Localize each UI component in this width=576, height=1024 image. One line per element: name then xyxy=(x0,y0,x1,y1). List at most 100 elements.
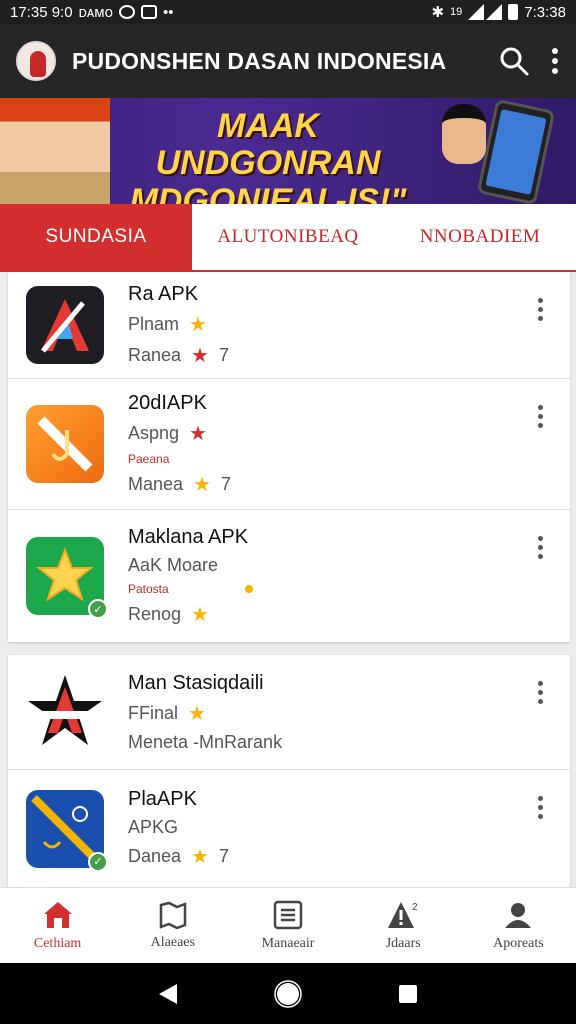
app-subtitle: APKG xyxy=(128,817,179,837)
overflow-menu-icon[interactable] xyxy=(550,47,560,75)
app-meta: Ranea xyxy=(128,344,182,365)
app-rating: 7 xyxy=(218,344,229,365)
system-navigation-bar xyxy=(0,963,576,1024)
item-menu-button[interactable] xyxy=(528,792,552,822)
tab-bar: SUNDASIA ALUTONIBEAQ NNOBADIEM xyxy=(0,204,576,272)
nav-label: Aporeats xyxy=(493,935,544,951)
app-icon xyxy=(26,286,104,364)
battery-icon xyxy=(508,4,519,20)
list-icon xyxy=(273,900,303,929)
home-icon xyxy=(43,901,72,928)
star-icon: ★ xyxy=(189,422,207,445)
status-dot-icon xyxy=(244,584,253,593)
app-meta: Meneta -MnRarank xyxy=(128,731,283,752)
list-item[interactable]: Man Stasiqdaili FFinal ★ Meneta -MnRarank xyxy=(8,655,570,770)
more-notifications-icon: •• xyxy=(162,3,174,21)
banner-person-image xyxy=(442,104,486,164)
play-badge-icon: ✓ xyxy=(88,599,108,619)
list-item[interactable]: ✓ Maklana APK AaK Moare Patosta Renog ★ xyxy=(8,510,570,642)
item-menu-button[interactable] xyxy=(528,677,552,707)
network-label: 19 xyxy=(450,6,463,18)
app-bar: PUDONSHEN DASAN INDONESIA xyxy=(0,24,576,98)
app-meta: Manea xyxy=(128,473,184,494)
notification-icon xyxy=(140,5,157,19)
signal-icon xyxy=(468,4,503,20)
search-icon[interactable] xyxy=(498,45,530,77)
star-icon: ★ xyxy=(189,313,207,336)
app-meta: Renog xyxy=(128,603,182,624)
list-item[interactable]: 20dIAPK Aspng ★ Paeana Manea ★ 7 xyxy=(8,379,570,510)
back-icon[interactable] xyxy=(157,982,179,1006)
app-name: 20dIAPK xyxy=(128,391,207,414)
nav-item-profile[interactable]: Aporeats xyxy=(461,888,576,963)
nav-item-home[interactable]: Cethiam xyxy=(0,888,115,963)
app-rating: 7 xyxy=(218,846,229,866)
nav-label: Alaeaes xyxy=(150,934,195,950)
banner-person-image xyxy=(0,98,110,204)
app-tag: Paeana xyxy=(128,451,170,466)
item-menu-button[interactable] xyxy=(528,532,552,562)
avatar[interactable] xyxy=(16,41,56,81)
nav-label: Manaeair xyxy=(261,935,315,951)
app-subtitle: AaK Moare xyxy=(128,554,219,575)
nav-item-alerts[interactable]: 2 Jdaars xyxy=(346,888,461,963)
app-name: Maklana APK xyxy=(128,525,249,548)
tab-alutonibeaq[interactable]: ALUTONIBEAQ xyxy=(192,204,384,270)
bluetooth-icon: ✱ xyxy=(431,4,445,21)
svg-text:2: 2 xyxy=(412,902,418,913)
nav-label: Cethiam xyxy=(33,935,82,951)
list-item[interactable]: Ra APK Plnam ★ Ranea ★ 7 xyxy=(8,272,570,379)
app-tag: Patosta xyxy=(128,582,253,596)
map-icon xyxy=(159,901,187,929)
promo-banner[interactable]: MAAK UNDGONRAN MDGONIEAI -IS!" xyxy=(0,98,576,204)
banner-line-1: MAAK UNDGONRAN xyxy=(155,107,381,183)
star-icon: ★ xyxy=(188,702,206,725)
nav-label: Jdaars xyxy=(385,935,421,951)
alert-icon: 2 xyxy=(388,901,418,928)
status-bar: 17:35 9:0 ᴅᴀᴍᴏ •• ✱ 19 7:3:38 xyxy=(0,0,576,24)
app-icon xyxy=(26,673,104,751)
tab-sundasia[interactable]: SUNDASIA xyxy=(0,204,192,270)
page-title: PUDONSHEN DASAN INDONESIA xyxy=(72,47,447,74)
app-subtitle: Aspng xyxy=(128,422,180,443)
status-time-right: 7:3:38 xyxy=(524,3,566,21)
star-a-logo-icon xyxy=(28,675,102,745)
list-item[interactable]: ✓ PlaAPK APKG Danea ★ 7 xyxy=(8,770,570,887)
nav-item-list[interactable]: Manaeair xyxy=(230,888,345,963)
app-rating: 7 xyxy=(220,473,231,494)
app-name: Ra APK xyxy=(128,282,199,305)
letter-a-logo-icon xyxy=(41,299,89,353)
app-list-card: Man Stasiqdaili FFinal ★ Meneta -MnRarank… xyxy=(8,655,570,887)
flower-logo-icon xyxy=(31,794,99,863)
app-icon: ✓ xyxy=(26,789,108,872)
banner-phone-image xyxy=(476,98,556,204)
notification-icon xyxy=(118,5,135,19)
star-icon: ★ xyxy=(191,344,209,367)
app-list-card: Ra APK Plnam ★ Ranea ★ 7 20dIAPK Aspng ★ Pae… xyxy=(8,272,570,642)
carrier-label: ᴅᴀᴍᴏ xyxy=(78,3,113,21)
app-name: PlaAPK xyxy=(128,788,197,810)
item-menu-button[interactable] xyxy=(528,401,552,431)
app-subtitle: Plnam xyxy=(128,313,180,334)
app-icon: ✓ xyxy=(26,537,108,619)
home-button-icon[interactable] xyxy=(274,979,302,1008)
nav-item-map[interactable]: Alaeaes xyxy=(115,888,230,963)
banner-line-2: MDGONIEAI -IS!" xyxy=(129,181,407,204)
star-icon: ★ xyxy=(193,473,211,496)
app-subtitle: FFinal xyxy=(128,702,179,723)
app-meta: Danea xyxy=(128,846,182,866)
app-name: Man Stasiqdaili xyxy=(128,671,264,694)
tab-nnobadiem[interactable]: NNOBADIEM xyxy=(384,204,576,270)
star-logo-icon xyxy=(36,547,94,602)
recents-icon[interactable] xyxy=(397,983,419,1005)
star-icon: ★ xyxy=(191,846,209,868)
status-time: 17:35 9:0 xyxy=(10,3,73,21)
bottom-navigation: Cethiam Alaeaes Manaeair 2 Jdaars Aporea… xyxy=(0,887,576,963)
play-badge-icon: ✓ xyxy=(88,851,108,872)
person-icon xyxy=(505,902,532,928)
star-icon: ★ xyxy=(191,603,209,626)
brush-logo-icon xyxy=(37,416,93,472)
banner-headline: MAAK UNDGONRAN MDGONIEAI -IS!" xyxy=(110,107,426,204)
item-menu-button[interactable] xyxy=(528,294,552,324)
app-icon xyxy=(26,405,104,483)
